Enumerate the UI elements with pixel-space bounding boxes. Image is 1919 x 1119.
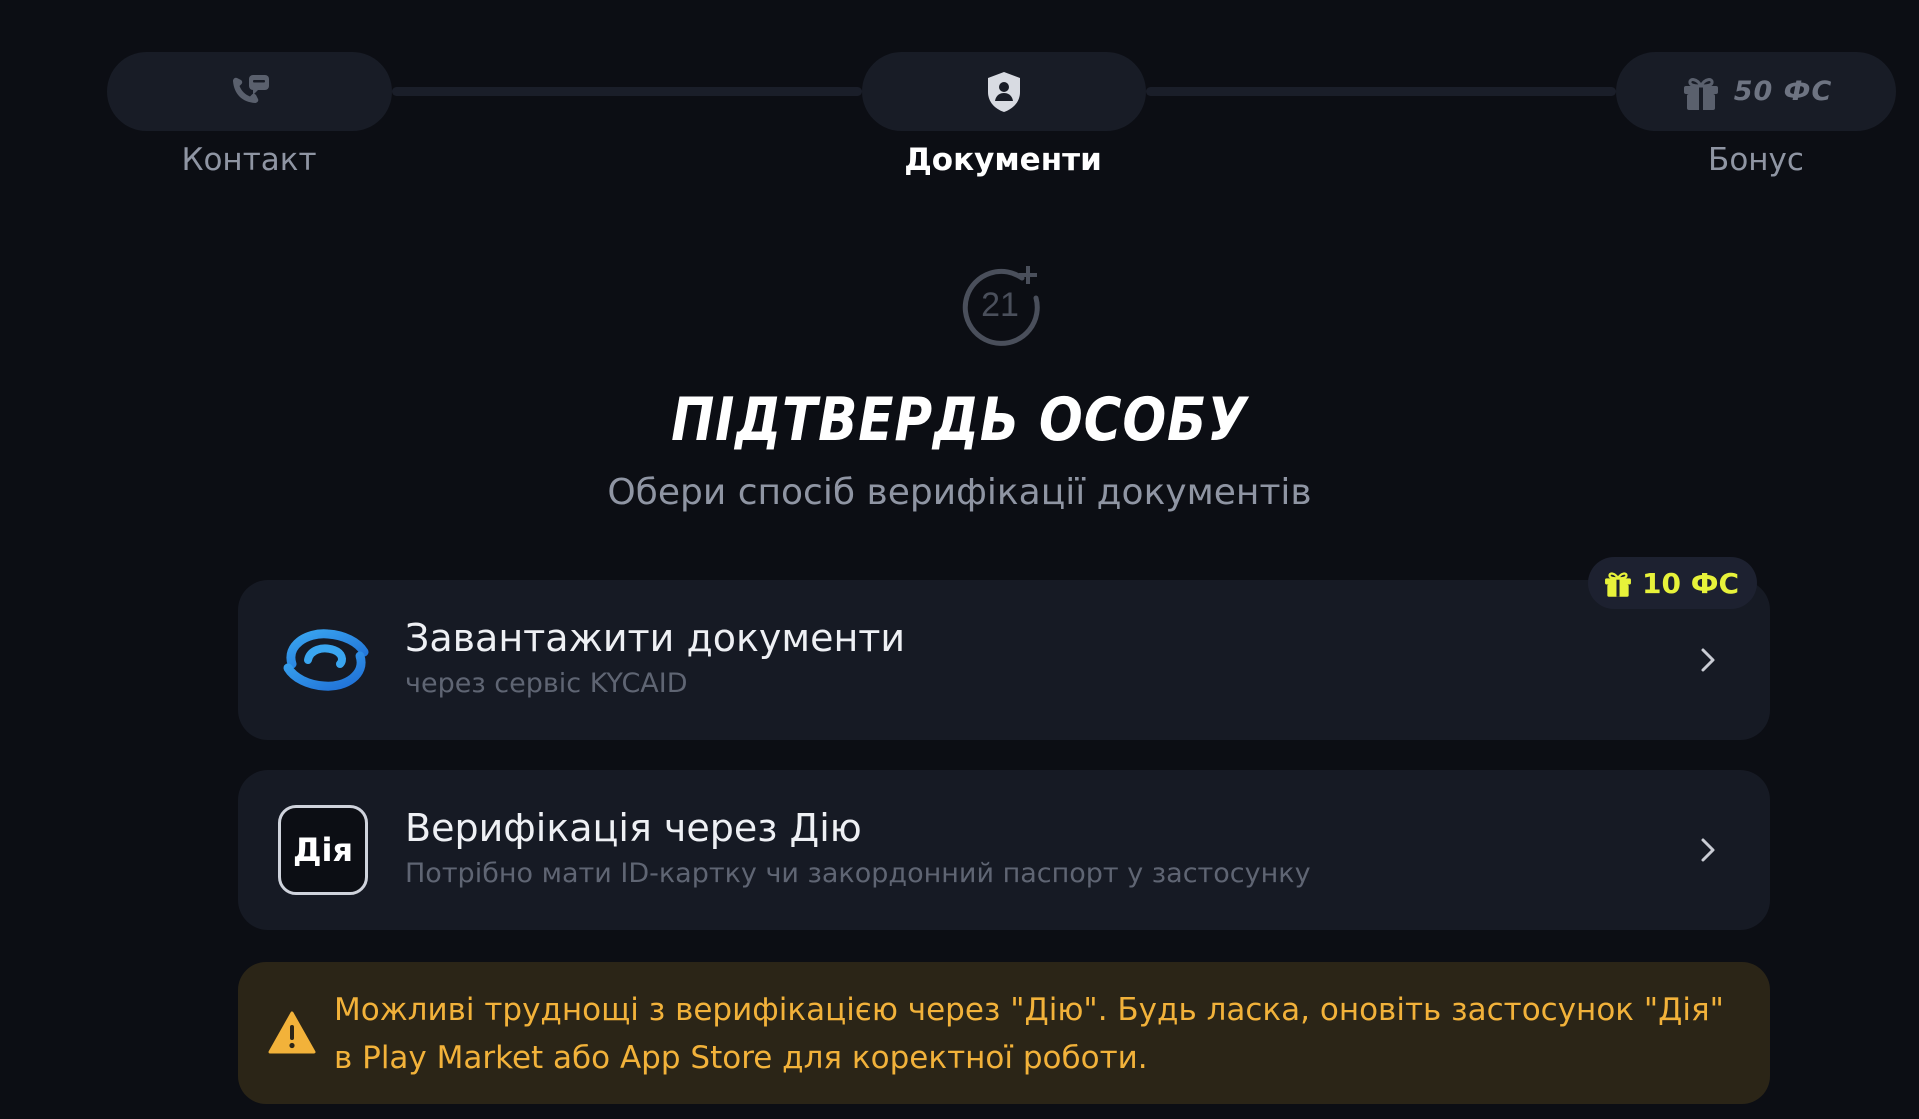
warning-triangle-icon [268, 1011, 316, 1054]
reward-amount: 10 ФС [1642, 566, 1740, 600]
page-subtitle: Обери спосіб верифікації документів [607, 472, 1312, 513]
bonus-amount: 50 ФС [1733, 76, 1833, 107]
step-contact-label: Контакт [181, 142, 317, 178]
page-title: ПІДТВЕРДЬ ОСОБУ [671, 385, 1248, 455]
diia-logo: Дія [278, 805, 368, 895]
verification-page: Контакт Документи 50 ФС Бонус 21 ПІДТВЕР… [0, 0, 1919, 1119]
step-bonus-label: Бонус [1708, 142, 1804, 178]
shield-user-icon [988, 71, 1020, 112]
upload-documents-option[interactable]: Завантажити документи через сервіс KYCAI… [238, 580, 1770, 740]
svg-text:21: 21 [981, 286, 1019, 324]
progress-stepper: Контакт Документи 50 ФС Бонус [0, 0, 1919, 200]
age-21-plus-icon: 21 [962, 266, 1040, 346]
option-subtitle: через сервіс KYCAID [405, 668, 688, 699]
kycaid-logo [283, 629, 369, 691]
step-bonus[interactable]: 50 ФС [1616, 52, 1896, 131]
gift-icon [1683, 77, 1718, 110]
option-title: Завантажити документи [405, 616, 906, 660]
chevron-right-icon [1701, 648, 1715, 672]
stepper-connector [1146, 87, 1616, 96]
gift-icon [1605, 572, 1631, 597]
option-title: Верифікація через Дію [405, 806, 862, 850]
step-documents-label: Документи [904, 142, 1102, 178]
step-documents[interactable] [862, 52, 1146, 131]
stepper-connector [392, 87, 862, 96]
warning-text: Можливі труднощі з верифікацією через "Д… [334, 992, 1724, 1076]
reward-badge: 10 ФС [1588, 557, 1758, 609]
phone-chat-icon [232, 74, 269, 103]
diia-logo-text: Дія [292, 831, 353, 869]
chevron-right-icon [1701, 838, 1715, 862]
option-subtitle: Потрібно мати ID-картку чи закордонний п… [405, 858, 1311, 889]
warning-banner: Можливі труднощі з верифікацією через "Д… [238, 962, 1770, 1104]
diia-verification-option[interactable]: Дія Верифікація через Дію Потрібно мати … [238, 770, 1770, 930]
step-contact[interactable] [107, 52, 392, 131]
